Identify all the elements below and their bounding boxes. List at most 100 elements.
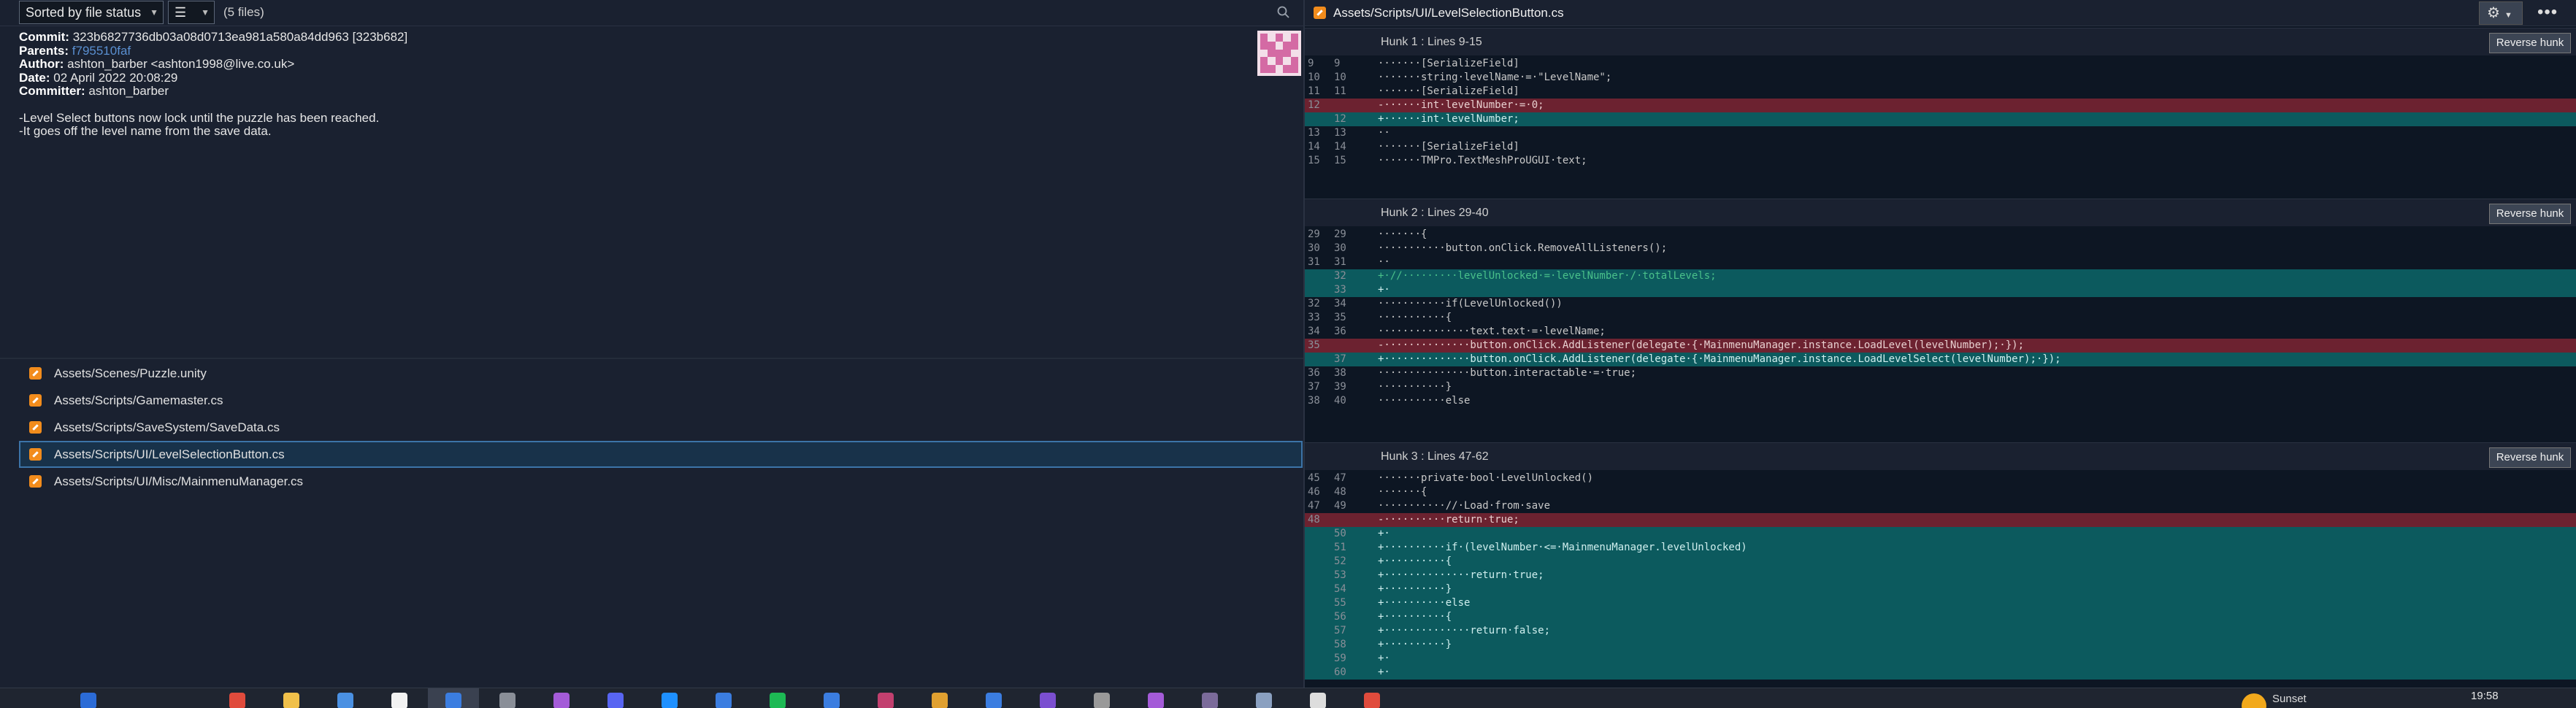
taskbar-app-icon[interactable] (499, 693, 515, 708)
diff-line-added[interactable]: 54 +··········} (1305, 582, 2576, 596)
diff-line-added[interactable]: 32 +·//·········levelUnlocked·=·levelNumb… (1305, 269, 2576, 283)
diff-line-context[interactable]: 33 35 ···········{ (1305, 311, 2576, 325)
old-line-number: 15 (1308, 155, 1320, 166)
file-row[interactable]: Assets/Scripts/Gamemaster.cs (19, 387, 1303, 414)
taskbar-app-icon[interactable] (662, 693, 678, 708)
file-row[interactable]: Assets/Scripts/UI/Misc/MainmenuManager.c… (19, 468, 1303, 495)
code-text: -······int·levelNumber·=·0; (1378, 99, 1544, 111)
diff-line-context[interactable]: 14 14 ·······[SerializeField] (1305, 140, 2576, 154)
diff-line-added[interactable]: 12 +······int·levelNumber; (1305, 112, 2576, 126)
parent-link[interactable]: f795510faf (72, 44, 131, 58)
view-mode-dropdown[interactable]: ☰ ▼ (168, 1, 215, 24)
diff-line-context[interactable]: 46 48 ·······{ (1305, 485, 2576, 499)
taskbar-app-icon[interactable] (229, 693, 245, 708)
panel-divider[interactable] (0, 358, 1303, 359)
new-line-number: 60 (1334, 666, 1346, 678)
modified-icon (29, 421, 42, 434)
diff-line-added[interactable]: 58 +··········} (1305, 638, 2576, 652)
hunk-code: 45 47 ·······private·bool·LevelUnlocked() 4… (1305, 472, 2576, 680)
diff-line-context[interactable]: 10 10 ·······string·levelName·=·"LevelName… (1305, 71, 2576, 85)
taskbar-app-icon[interactable] (553, 693, 570, 708)
taskbar-app-icon[interactable] (80, 693, 96, 708)
diff-line-context[interactable]: 13 13 ·· (1305, 126, 2576, 140)
file-row-selected[interactable]: Assets/Scripts/UI/LevelSelectionButton.c… (19, 441, 1303, 468)
taskbar-app-icon[interactable] (716, 693, 732, 708)
modified-icon (29, 475, 42, 488)
code-text: ···············text.text·=·levelName; (1378, 326, 1606, 337)
taskbar-app-icon[interactable] (986, 693, 1002, 708)
taskbar-app-icon[interactable] (337, 693, 353, 708)
diff-line-added[interactable]: 50 +· (1305, 527, 2576, 541)
code-text: ···········else (1378, 395, 1471, 407)
diff-line-added[interactable]: 59 +· (1305, 652, 2576, 666)
file-path: Assets/Scripts/UI/LevelSelectionButton.c… (54, 447, 285, 461)
diff-line-added[interactable]: 53 +··············return·true; (1305, 569, 2576, 582)
diff-line-added[interactable]: 55 +··········else (1305, 596, 2576, 610)
reverse-hunk-button[interactable]: Reverse hunk (2489, 33, 2571, 53)
code-text: +·//·········levelUnlocked·=·levelNumber… (1378, 270, 1717, 282)
diff-line-context[interactable]: 47 49 ···········//·Load·from·save (1305, 499, 2576, 513)
diff-line-context[interactable]: 45 47 ·······private·bool·LevelUnlocked() (1305, 472, 2576, 485)
diff-line-added[interactable]: 51 +··········if·(levelNumber·<=·Mainmenu… (1305, 541, 2576, 555)
clock-time[interactable]: 19:58 (2471, 690, 2499, 702)
code-text: +· (1378, 666, 1390, 678)
new-line-number: 53 (1334, 569, 1346, 581)
diff-line-context[interactable]: 9 9 ·······[SerializeField] (1305, 57, 2576, 71)
hunk-header: Hunk 2 : Lines 29-40 Reverse hunk (1305, 199, 2576, 226)
taskbar-app-icon[interactable] (1148, 693, 1164, 708)
diff-line-context[interactable]: 34 36 ···············text.text·=·levelName… (1305, 325, 2576, 339)
weather-icon[interactable] (2242, 693, 2266, 708)
taskbar-app-icon[interactable] (283, 693, 299, 708)
code-text: ·······{ (1378, 228, 1427, 240)
reverse-hunk-button[interactable]: Reverse hunk (2489, 204, 2571, 224)
new-line-number: 47 (1334, 472, 1346, 484)
taskbar-app-icon[interactable] (445, 693, 461, 708)
diff-line-removed[interactable]: 35 -··············button.onClick.AddListe… (1305, 339, 2576, 353)
file-row[interactable]: Assets/Scripts/SaveSystem/SaveData.cs (19, 414, 1303, 441)
diff-line-removed[interactable]: 12 -······int·levelNumber·=·0; (1305, 99, 2576, 112)
diff-line-context[interactable]: 38 40 ···········else (1305, 394, 2576, 408)
old-line-number: 46 (1308, 486, 1320, 498)
diff-line-added[interactable]: 57 +··············return·false; (1305, 624, 2576, 638)
taskbar-app-icon[interactable] (1310, 693, 1326, 708)
diff-line-context[interactable]: 15 15 ·······TMPro.TextMeshProUGUI·text; (1305, 154, 2576, 168)
diff-line-added[interactable]: 37 +··············button.onClick.AddListe… (1305, 353, 2576, 366)
reverse-hunk-button[interactable]: Reverse hunk (2489, 447, 2571, 468)
diff-options-button[interactable]: ⚙ ▼ (2479, 1, 2523, 25)
taskbar-app-icon[interactable] (1256, 693, 1272, 708)
taskbar-app-icon[interactable] (770, 693, 786, 708)
diff-line-context[interactable]: 32 34 ···········if(LevelUnlocked()) (1305, 297, 2576, 311)
diff-line-added[interactable]: 52 +··········{ (1305, 555, 2576, 569)
taskbar-app-icon[interactable] (1364, 693, 1380, 708)
modified-icon (29, 394, 42, 407)
gear-icon: ⚙ (2487, 5, 2500, 21)
taskbar-app-icon[interactable] (878, 693, 894, 708)
file-list-toolbar: Sorted by file status ▼ ☰ ▼ (5 files) (0, 0, 1303, 26)
more-icon[interactable]: ••• (2537, 0, 2558, 25)
diff-line-context[interactable]: 29 29 ·······{ (1305, 228, 2576, 242)
diff-line-context[interactable]: 30 30 ···········button.onClick.RemoveAllL… (1305, 242, 2576, 255)
taskbar-app-icon[interactable] (391, 693, 407, 708)
taskbar-app-icon[interactable] (1202, 693, 1218, 708)
old-line-number: 13 (1308, 127, 1320, 139)
file-row[interactable]: Assets/Scenes/Puzzle.unity (19, 360, 1303, 387)
diff-line-added[interactable]: 60 +· (1305, 666, 2576, 680)
diff-line-context[interactable]: 37 39 ···········} (1305, 380, 2576, 394)
search-icon[interactable] (1276, 5, 1291, 20)
diff-line-context[interactable]: 11 11 ·······[SerializeField] (1305, 85, 2576, 99)
new-line-number: 55 (1334, 597, 1346, 609)
diff-line-added[interactable]: 33 +· (1305, 283, 2576, 297)
diff-line-context[interactable]: 31 31 ·· (1305, 255, 2576, 269)
taskbar-app-icon[interactable] (607, 693, 624, 708)
code-text: ·······TMPro.TextMeshProUGUI·text; (1378, 155, 1587, 166)
sort-dropdown[interactable]: Sorted by file status ▼ (19, 1, 164, 24)
diff-line-added[interactable]: 56 +··········{ (1305, 610, 2576, 624)
diff-line-removed[interactable]: 48 -··········return·true; (1305, 513, 2576, 527)
taskbar-app-icon[interactable] (932, 693, 948, 708)
chevron-down-icon: ▼ (150, 7, 158, 18)
taskbar-app-icon[interactable] (1040, 693, 1056, 708)
taskbar-app-icon[interactable] (824, 693, 840, 708)
code-text: +· (1378, 653, 1390, 664)
diff-line-context[interactable]: 36 38 ···············button.interactable·=… (1305, 366, 2576, 380)
taskbar-app-icon[interactable] (1094, 693, 1110, 708)
